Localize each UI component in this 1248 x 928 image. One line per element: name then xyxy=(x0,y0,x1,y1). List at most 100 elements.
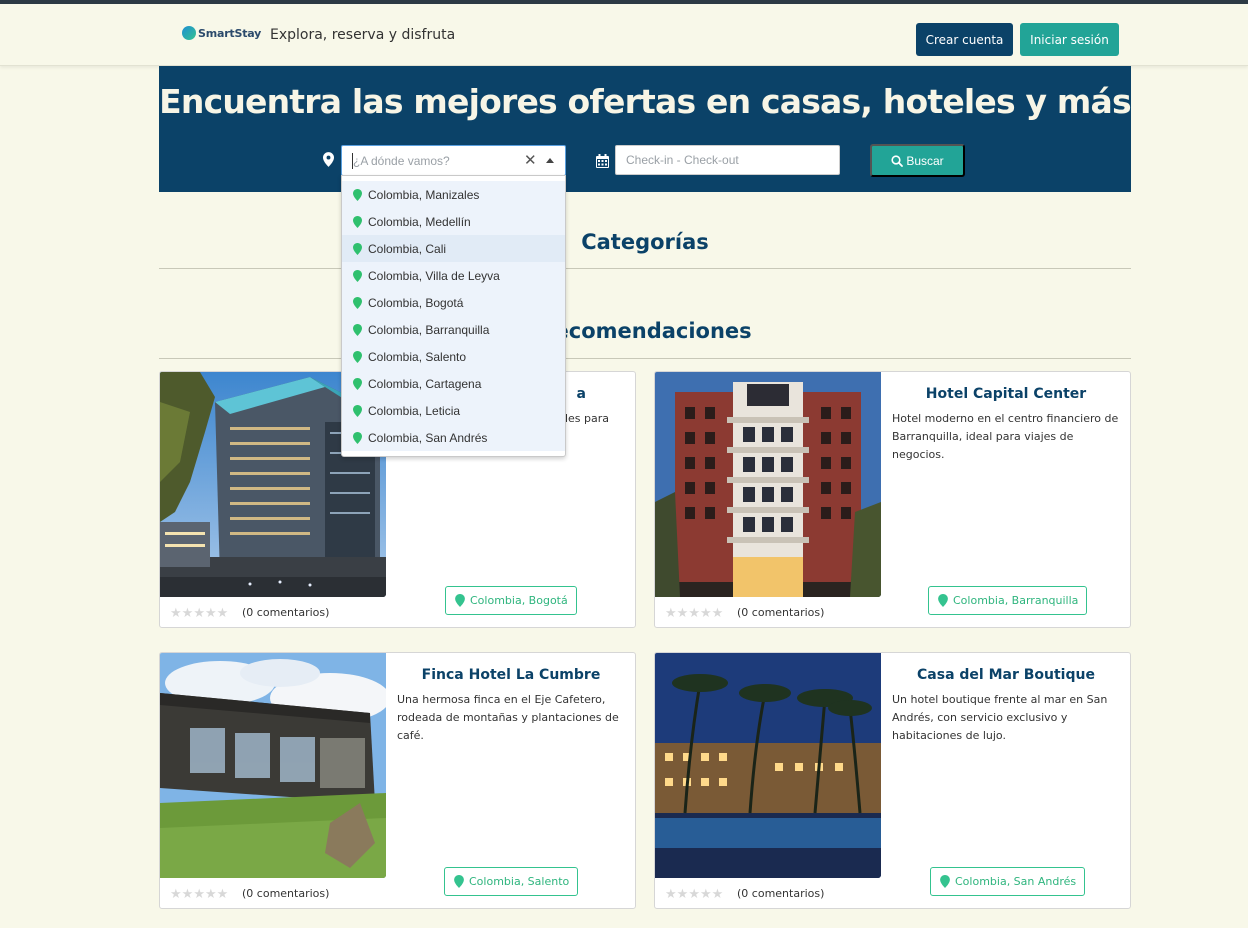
date-range-input[interactable]: Check-in - Check-out xyxy=(615,145,840,175)
rating-stars: ★ ★ ★ ★ ★ xyxy=(665,887,723,900)
location-label: Colombia, San Andrés xyxy=(955,875,1077,888)
city-option-label: Colombia, San Andrés xyxy=(368,430,488,445)
logo-icon xyxy=(182,26,196,40)
hotel-image[interactable] xyxy=(160,653,386,878)
hotel-description: Un hotel boutique frente al mar en San A… xyxy=(892,693,1108,742)
star-icon: ★ xyxy=(193,605,205,620)
location-pin-icon xyxy=(454,875,464,888)
star-icon: ★ xyxy=(676,886,689,901)
location-badge[interactable]: Colombia, Salento xyxy=(444,867,579,896)
city-option-label: Colombia, Bogotá xyxy=(368,295,464,310)
star-icon: ★ xyxy=(711,605,724,620)
date-placeholder: Check-in - Check-out xyxy=(626,153,739,167)
city-option-label: Colombia, Manizales xyxy=(368,187,480,202)
location-label: Colombia, Salento xyxy=(469,875,570,888)
location-pin-icon xyxy=(353,350,362,363)
star-icon: ★ xyxy=(711,886,724,901)
location-badge[interactable]: Colombia, Barranquilla xyxy=(928,586,1088,615)
city-option[interactable]: Colombia, Medellín xyxy=(342,208,565,235)
city-option-label: Colombia, Villa de Leyva xyxy=(368,268,500,283)
city-option-label: Colombia, Cartagena xyxy=(368,376,482,391)
star-icon: ★ xyxy=(688,605,700,620)
city-option[interactable]: Colombia, Villa de Leyva xyxy=(342,262,565,289)
rating-stars: ★ ★ ★ ★ ★ xyxy=(170,606,228,619)
city-dropdown: Colombia, Manizales Colombia, Medellín C… xyxy=(341,175,566,457)
city-option[interactable]: Colombia, Cartagena xyxy=(342,370,565,397)
rating-stars: ★ ★ ★ ★ ★ xyxy=(665,606,723,619)
star-icon: ★ xyxy=(193,886,205,901)
city-options-list: Colombia, Manizales Colombia, Medellín C… xyxy=(342,181,565,451)
location-pin-icon xyxy=(353,431,362,444)
clear-icon[interactable]: ✕ xyxy=(524,151,537,169)
location-pin-icon xyxy=(353,377,362,390)
location-badge[interactable]: Colombia, San Andrés xyxy=(930,867,1086,896)
hotel-card[interactable]: Finca Hotel La Cumbre Una hermosa finca … xyxy=(159,652,636,909)
city-option[interactable]: Colombia, Leticia xyxy=(342,397,565,424)
star-icon: ★ xyxy=(170,605,182,620)
create-account-button[interactable]: Crear cuenta xyxy=(916,23,1013,56)
star-icon: ★ xyxy=(181,605,194,620)
city-option-label: Colombia, Salento xyxy=(368,349,467,364)
location-pin-icon xyxy=(938,594,948,607)
star-icon: ★ xyxy=(170,886,182,901)
categories-heading: Categorías xyxy=(581,230,709,254)
city-option-label: Colombia, Barranquilla xyxy=(368,322,490,337)
city-option[interactable]: Colombia, Bogotá xyxy=(342,289,565,316)
location-label: Colombia, Bogotá xyxy=(470,594,568,607)
star-icon: ★ xyxy=(665,886,677,901)
star-icon: ★ xyxy=(216,605,229,620)
location-pin-icon xyxy=(353,242,362,255)
logo-text: SmartStay xyxy=(198,26,262,40)
hotel-name[interactable]: Hotel Capital Center xyxy=(881,386,1130,402)
hotel-image[interactable] xyxy=(655,653,881,878)
chevron-up-icon[interactable] xyxy=(546,158,554,163)
star-icon: ★ xyxy=(676,605,689,620)
search-button[interactable]: Buscar xyxy=(870,144,965,177)
logo[interactable]: SmartStay xyxy=(182,26,261,40)
city-placeholder: ¿A dónde vamos? xyxy=(353,154,450,168)
city-option-label: Colombia, Medellín xyxy=(368,214,471,229)
hotel-description: Hotel moderno en el centro financiero de… xyxy=(892,412,1119,461)
location-label: Colombia, Barranquilla xyxy=(953,594,1079,607)
city-option[interactable]: Colombia, Salento xyxy=(342,343,565,370)
hero-title: Encuentra las mejores ofertas en casas, … xyxy=(159,82,1132,121)
rating-stars: ★ ★ ★ ★ ★ xyxy=(170,887,228,900)
hotel-image[interactable] xyxy=(655,372,881,597)
star-icon: ★ xyxy=(204,605,217,620)
city-option-highlighted[interactable]: Colombia, Cali xyxy=(342,235,565,262)
search-button-label: Buscar xyxy=(906,153,944,168)
hotel-card[interactable]: Casa del Mar Boutique Un hotel boutique … xyxy=(654,652,1131,909)
hotel-name[interactable]: Casa del Mar Boutique xyxy=(881,667,1130,683)
location-pin-icon xyxy=(455,594,465,607)
location-pin-icon xyxy=(940,875,950,888)
city-option[interactable]: Colombia, Barranquilla xyxy=(342,316,565,343)
calendar-icon xyxy=(596,154,609,168)
location-pin-icon xyxy=(323,152,334,167)
location-pin-icon xyxy=(353,188,362,201)
star-icon: ★ xyxy=(699,605,712,620)
comments-count: (0 comentarios) xyxy=(242,606,330,619)
star-icon: ★ xyxy=(216,886,229,901)
hotel-card[interactable]: Hotel Capital Center Hotel moderno en el… xyxy=(654,371,1131,628)
star-icon: ★ xyxy=(204,886,217,901)
search-icon xyxy=(891,154,904,167)
categories-divider xyxy=(159,268,1131,269)
hotel-name[interactable]: Finca Hotel La Cumbre xyxy=(386,667,635,683)
city-option[interactable]: Colombia, Manizales xyxy=(342,181,565,208)
comments-count: (0 comentarios) xyxy=(737,606,825,619)
location-pin-icon xyxy=(353,269,362,282)
location-pin-icon xyxy=(353,404,362,417)
city-option-label: Colombia, Leticia xyxy=(368,403,461,418)
hotel-description: Una hermosa finca en el Eje Cafetero, ro… xyxy=(397,693,619,742)
login-button[interactable]: Iniciar sesión xyxy=(1020,23,1119,56)
slogan: Explora, reserva y disfruta xyxy=(270,27,456,43)
location-badge[interactable]: Colombia, Bogotá xyxy=(445,586,577,615)
city-option[interactable]: Colombia, San Andrés xyxy=(342,424,565,451)
city-search-input[interactable]: ¿A dónde vamos? ✕ xyxy=(341,145,566,176)
city-option-label: Colombia, Cali xyxy=(368,241,447,256)
site-header: SmartStay Explora, reserva y disfruta Cr… xyxy=(0,4,1248,66)
star-icon: ★ xyxy=(688,886,700,901)
comments-count: (0 comentarios) xyxy=(737,887,825,900)
location-pin-icon xyxy=(353,296,362,309)
star-icon: ★ xyxy=(699,886,712,901)
